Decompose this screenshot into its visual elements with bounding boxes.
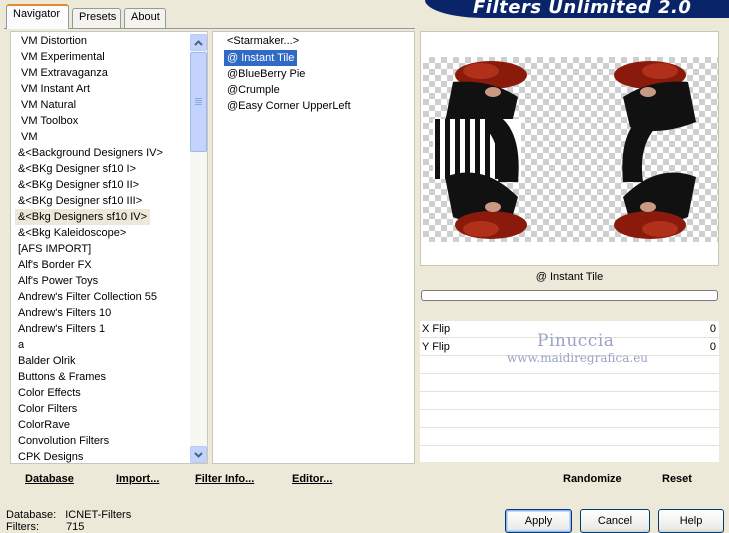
list-item[interactable]: Color Filters bbox=[15, 401, 80, 417]
filter-item[interactable]: @Crumple bbox=[224, 82, 283, 98]
list-item[interactable]: Alf's Power Toys bbox=[15, 273, 101, 289]
status-filters-value: 715 bbox=[66, 521, 85, 533]
list-item[interactable]: Andrew's Filters 10 bbox=[15, 305, 114, 321]
scroll-up-button[interactable] bbox=[190, 34, 207, 51]
filter-item[interactable]: @BlueBerry Pie bbox=[224, 66, 308, 82]
param-label: X Flip bbox=[422, 323, 451, 335]
list-item[interactable]: &<Bkg Kaleidoscope> bbox=[15, 225, 129, 241]
list-item[interactable]: &<Background Designers IV> bbox=[15, 145, 166, 161]
filter-info-button[interactable]: Filter Info... bbox=[195, 473, 254, 485]
param-row-empty bbox=[420, 411, 719, 428]
filter-item[interactable]: @Easy Corner UpperLeft bbox=[224, 98, 354, 114]
preview-canvas bbox=[423, 57, 718, 242]
tab-about-label: About bbox=[131, 11, 160, 23]
param-label: Y Flip bbox=[422, 341, 450, 353]
status-filters-label: Filters: bbox=[6, 521, 39, 533]
preview-image bbox=[433, 61, 696, 239]
list-item[interactable]: Color Effects bbox=[15, 385, 84, 401]
preview-panel[interactable] bbox=[420, 31, 719, 266]
reset-button[interactable]: Reset bbox=[662, 473, 692, 485]
chevron-up-icon bbox=[194, 39, 203, 46]
status-database-value: ICNET-Filters bbox=[65, 509, 132, 521]
editor-button[interactable]: Editor... bbox=[292, 473, 332, 485]
navigator-toolbar: Database Import... Filter Info... Editor… bbox=[10, 465, 415, 491]
list-item[interactable]: Balder Olrik bbox=[15, 353, 78, 369]
scroll-thumb[interactable] bbox=[190, 52, 207, 152]
cancel-button[interactable]: Cancel bbox=[580, 509, 650, 533]
filter-item[interactable]: <Starmaker...> bbox=[224, 33, 302, 49]
list-item[interactable]: ColorRave bbox=[15, 417, 73, 433]
watermark-name: Pinuccia bbox=[537, 331, 615, 351]
tab-about[interactable]: About bbox=[124, 8, 166, 28]
param-row-empty bbox=[420, 447, 719, 464]
tab-navigator-label: Navigator bbox=[13, 8, 61, 20]
apply-button[interactable]: Apply bbox=[505, 509, 572, 533]
status-database-label: Database: bbox=[6, 509, 57, 521]
scroll-down-button[interactable] bbox=[190, 446, 207, 463]
list-item[interactable]: CPK Designs bbox=[15, 449, 86, 463]
status-filters: Filters: 715 bbox=[6, 521, 84, 533]
list-item[interactable]: VM Extravaganza bbox=[18, 65, 111, 81]
tab-presets-label: Presets bbox=[79, 11, 117, 23]
param-row-empty bbox=[420, 429, 719, 446]
import-button[interactable]: Import... bbox=[116, 473, 159, 485]
randomize-button[interactable]: Randomize bbox=[563, 473, 622, 485]
list-item[interactable]: Buttons & Frames bbox=[15, 369, 109, 385]
tab-presets[interactable]: Presets bbox=[72, 8, 121, 28]
help-button[interactable]: Help bbox=[658, 509, 724, 533]
category-scrollbar[interactable] bbox=[190, 34, 207, 463]
param-value[interactable]: 0 bbox=[710, 339, 716, 356]
list-item[interactable]: VM bbox=[18, 129, 41, 145]
list-item-selected[interactable]: &<Bkg Designers sf10 IV> bbox=[15, 209, 151, 225]
list-item[interactable]: &<BKg Designer sf10 II> bbox=[15, 177, 142, 193]
list-item[interactable]: Alf's Border FX bbox=[15, 257, 95, 273]
preview-toolbar: Randomize Reset bbox=[420, 465, 719, 491]
filter-list[interactable]: <Starmaker...> @ Instant Tile @BlueBerry… bbox=[212, 31, 415, 464]
status-database: Database: ICNET-Filters bbox=[6, 509, 131, 521]
list-item[interactable]: VM Natural bbox=[18, 97, 79, 113]
list-item[interactable]: Andrew's Filter Collection 55 bbox=[15, 289, 160, 305]
list-item[interactable]: VM Toolbox bbox=[18, 113, 81, 129]
filter-item-selected[interactable]: @ Instant Tile bbox=[222, 49, 299, 67]
list-item[interactable]: &<BKg Designer sf10 III> bbox=[15, 193, 145, 209]
list-item[interactable]: VM Experimental bbox=[18, 49, 108, 65]
list-item[interactable]: Convolution Filters bbox=[15, 433, 112, 449]
current-filter-name: @ Instant Tile bbox=[535, 271, 604, 283]
list-item[interactable]: VM Distortion bbox=[18, 33, 90, 49]
list-item[interactable]: a bbox=[15, 337, 27, 353]
list-item[interactable]: VM Instant Art bbox=[18, 81, 93, 97]
watermark-url: www.maidiregrafica.eu bbox=[507, 351, 649, 365]
banner-title: Filters Unlimited 2.0 bbox=[473, 0, 692, 18]
list-item[interactable]: Andrew's Filters 1 bbox=[15, 321, 108, 337]
tab-navigator[interactable]: Navigator bbox=[6, 4, 69, 29]
progress-bar bbox=[421, 290, 718, 301]
chevron-down-icon bbox=[194, 451, 203, 458]
list-item[interactable]: [AFS IMPORT] bbox=[15, 241, 94, 257]
param-value[interactable]: 0 bbox=[710, 321, 716, 338]
param-row-empty bbox=[420, 393, 719, 410]
param-row-empty bbox=[420, 375, 719, 392]
list-item[interactable]: &<BKg Designer sf10 I> bbox=[15, 161, 139, 177]
category-list[interactable]: VM Distortion VM Experimental VM Extrava… bbox=[10, 31, 208, 464]
database-button[interactable]: Database bbox=[25, 473, 74, 485]
title-banner: Filters Unlimited 2.0 bbox=[425, 0, 729, 18]
